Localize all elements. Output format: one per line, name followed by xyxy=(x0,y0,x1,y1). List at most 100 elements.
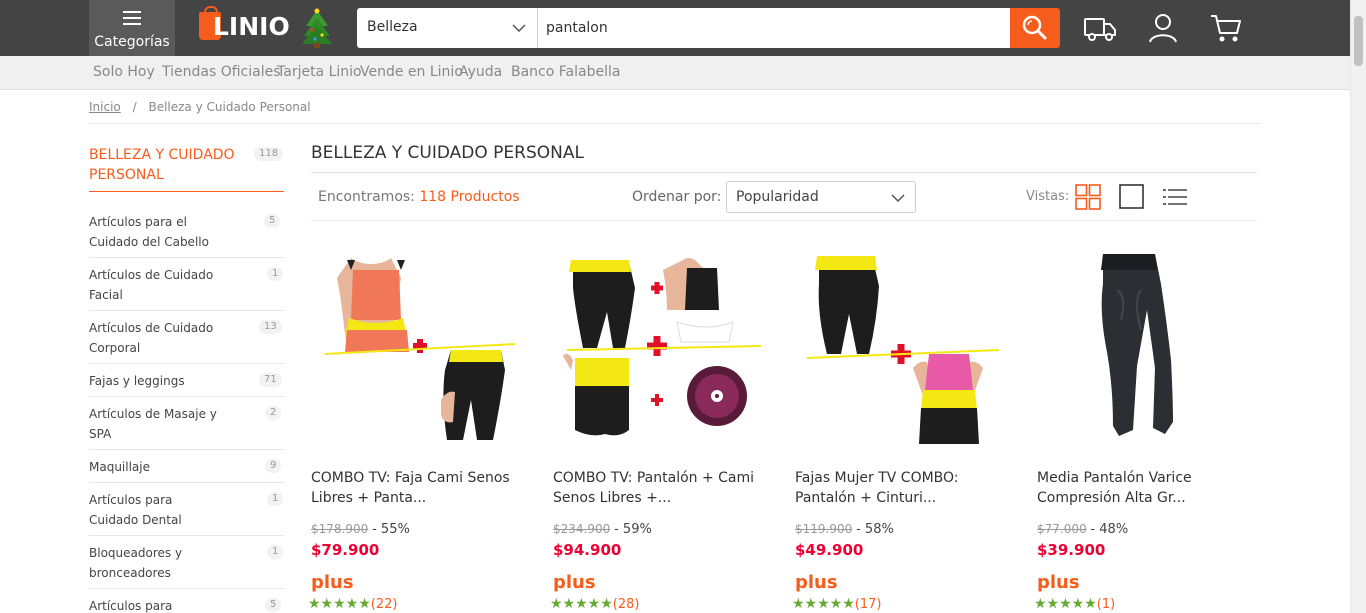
breadcrumb-home[interactable]: Inicio xyxy=(89,100,121,114)
single-view-icon[interactable] xyxy=(1119,184,1145,210)
product-old-price-row: $77.000 - 48% xyxy=(1037,522,1128,537)
sidebar-item-masaje-spa[interactable]: Artículos de Masaje y SPA 2 xyxy=(89,404,284,450)
sidebar-item-fajas-leggings[interactable]: Fajas y leggings 71 xyxy=(89,371,284,397)
product-rating[interactable]: ★★★★★(1) xyxy=(1034,596,1115,612)
product-rating[interactable]: ★★★★★(28) xyxy=(550,596,639,612)
sidebar-item-count: 2 xyxy=(265,406,282,420)
divider xyxy=(89,123,1260,124)
sidebar-item-cuidado-cabello[interactable]: Artículos para el Cuidado del Cabello 5 xyxy=(89,212,284,258)
product-name[interactable]: Media Pantalón Varice Compresión Alta Gr… xyxy=(1037,468,1257,508)
categories-button[interactable]: Categorías xyxy=(89,0,175,56)
review-count: (17) xyxy=(854,597,882,612)
truck-icon[interactable] xyxy=(1083,12,1117,44)
sidebar-item-label: Fajas y leggings xyxy=(89,374,185,388)
plus-badge: plus xyxy=(1037,572,1080,593)
product-old-price-row: $234.900 - 59% xyxy=(553,522,652,537)
sidebar-item-articulos-para[interactable]: Artículos para 5 xyxy=(89,596,284,613)
divider xyxy=(311,220,1257,221)
sort-value: Popularidad xyxy=(736,189,819,205)
product-card[interactable]: Media Pantalón Varice Compresión Alta Gr… xyxy=(1034,250,1262,612)
review-count: (1) xyxy=(1096,597,1116,612)
page-scrollbar[interactable] xyxy=(1350,0,1366,613)
nav-banco-falabella[interactable]: Banco Falabella xyxy=(511,64,620,80)
categories-label: Categorías xyxy=(94,34,170,50)
cart-icon[interactable] xyxy=(1209,12,1243,44)
product-image[interactable] xyxy=(553,250,778,446)
star-rating-icon: ★★★★★ xyxy=(550,596,613,612)
breadcrumb-separator: / xyxy=(132,100,137,114)
product-rating[interactable]: ★★★★★(22) xyxy=(308,596,397,612)
product-rating[interactable]: ★★★★★(17) xyxy=(792,596,881,612)
product-name[interactable]: COMBO TV: Faja Cami Senos Libres + Panta… xyxy=(311,468,531,508)
sidebar-item-label: Artículos para xyxy=(89,599,173,613)
sidebar-item-label: Artículos de Cuidado Corporal xyxy=(89,321,214,355)
nav-tarjeta-linio[interactable]: Tarjeta Linio xyxy=(277,64,362,80)
review-count: (28) xyxy=(612,597,640,612)
nav-vende-en-linio[interactable]: Vende en Linio xyxy=(360,64,463,80)
sidebar-item-count: 5 xyxy=(264,214,281,228)
product-price: $39.900 xyxy=(1037,541,1106,559)
product-discount: - 55% xyxy=(372,522,410,537)
sidebar-item-cuidado-facial[interactable]: Artículos de Cuidado Facial 1 xyxy=(89,265,284,311)
search-input[interactable] xyxy=(538,8,1010,48)
sort-label: Ordenar por: xyxy=(632,189,722,205)
plus-badge: plus xyxy=(553,572,596,593)
product-card[interactable]: COMBO TV: Pantalón + Cami Senos Libres +… xyxy=(550,250,778,612)
nav-ayuda[interactable]: Ayuda xyxy=(459,64,502,80)
top-bar: Categorías LINIO Belleza xyxy=(0,0,1350,56)
sidebar-item-count: 71 xyxy=(259,373,282,387)
product-discount: - 59% xyxy=(614,522,652,537)
sidebar-item-cuidado-corporal[interactable]: Artículos de Cuidado Corporal 13 xyxy=(89,318,284,364)
star-rating-icon: ★★★★★ xyxy=(308,596,371,612)
grid-view-icon[interactable] xyxy=(1075,184,1101,210)
search-category-select[interactable]: Belleza xyxy=(357,8,538,48)
breadcrumb-current: Belleza y Cuidado Personal xyxy=(148,100,311,114)
review-count: (22) xyxy=(370,597,398,612)
menu-icon xyxy=(123,11,141,29)
product-card[interactable]: Fajas Mujer TV COMBO: Pantalón + Cinturi… xyxy=(792,250,1020,612)
product-card[interactable]: COMBO TV: Faja Cami Senos Libres + Panta… xyxy=(308,250,536,612)
sidebar-item-label: Artículos de Cuidado Facial xyxy=(89,268,214,302)
sidebar-item-label: Maquillaje xyxy=(89,460,151,474)
product-old-price-row: $178.900 - 55% xyxy=(311,522,410,537)
list-view-icon[interactable] xyxy=(1162,184,1188,210)
results-number: 118 Productos xyxy=(419,189,520,205)
product-image[interactable] xyxy=(1037,250,1262,446)
divider xyxy=(311,172,1257,173)
product-discount: - 58% xyxy=(856,522,894,537)
product-old-price: $77.000 xyxy=(1037,522,1087,536)
views-label: Vistas: xyxy=(1026,189,1070,204)
sidebar-item-count: 9 xyxy=(265,459,282,473)
sidebar-item-maquillaje[interactable]: Maquillaje 9 xyxy=(89,457,284,483)
product-old-price-row: $119.900 - 58% xyxy=(795,522,894,537)
product-old-price: $178.900 xyxy=(311,522,369,536)
sidebar-heading[interactable]: BELLEZA Y CUIDADO PERSONAL xyxy=(89,145,239,185)
sidebar-item-bloqueadores[interactable]: Bloqueadores y bronceadores 1 xyxy=(89,543,284,589)
product-price: $49.900 xyxy=(795,541,864,559)
sidebar-item-label: Artículos de Masaje y SPA xyxy=(89,407,217,441)
breadcrumb: Inicio / Belleza y Cuidado Personal xyxy=(89,100,311,114)
nav-tiendas-oficiales[interactable]: Tiendas Oficiales xyxy=(162,64,281,80)
product-name[interactable]: Fajas Mujer TV COMBO: Pantalón + Cinturi… xyxy=(795,468,1015,508)
christmas-tree-icon xyxy=(302,8,332,48)
sidebar-heading-count: 118 xyxy=(254,147,284,161)
logo-text: LINIO xyxy=(213,12,290,41)
search-button[interactable] xyxy=(1010,8,1060,48)
sidebar-item-count: 1 xyxy=(267,492,284,506)
sidebar-item-count: 5 xyxy=(265,598,282,612)
nav-solo-hoy[interactable]: Solo Hoy xyxy=(93,64,155,80)
scrollbar-thumb[interactable] xyxy=(1354,16,1363,66)
plus-badge: plus xyxy=(311,572,354,593)
sidebar-item-count: 13 xyxy=(259,320,282,334)
product-name[interactable]: COMBO TV: Pantalón + Cami Senos Libres +… xyxy=(553,468,773,508)
sub-navigation: Solo Hoy Tiendas Oficiales Tarjeta Linio… xyxy=(0,56,1350,90)
sidebar-item-cuidado-dental[interactable]: Artículos para Cuidado Dental 1 xyxy=(89,490,284,536)
results-prefix: Encontramos: xyxy=(318,189,415,205)
sidebar-item-count: 1 xyxy=(267,545,284,559)
product-price: $79.900 xyxy=(311,541,380,559)
user-icon[interactable] xyxy=(1146,12,1180,44)
product-image[interactable] xyxy=(795,250,1020,446)
sort-select[interactable]: Popularidad xyxy=(726,181,916,213)
product-image[interactable] xyxy=(311,250,536,446)
star-rating-icon: ★★★★★ xyxy=(792,596,855,612)
